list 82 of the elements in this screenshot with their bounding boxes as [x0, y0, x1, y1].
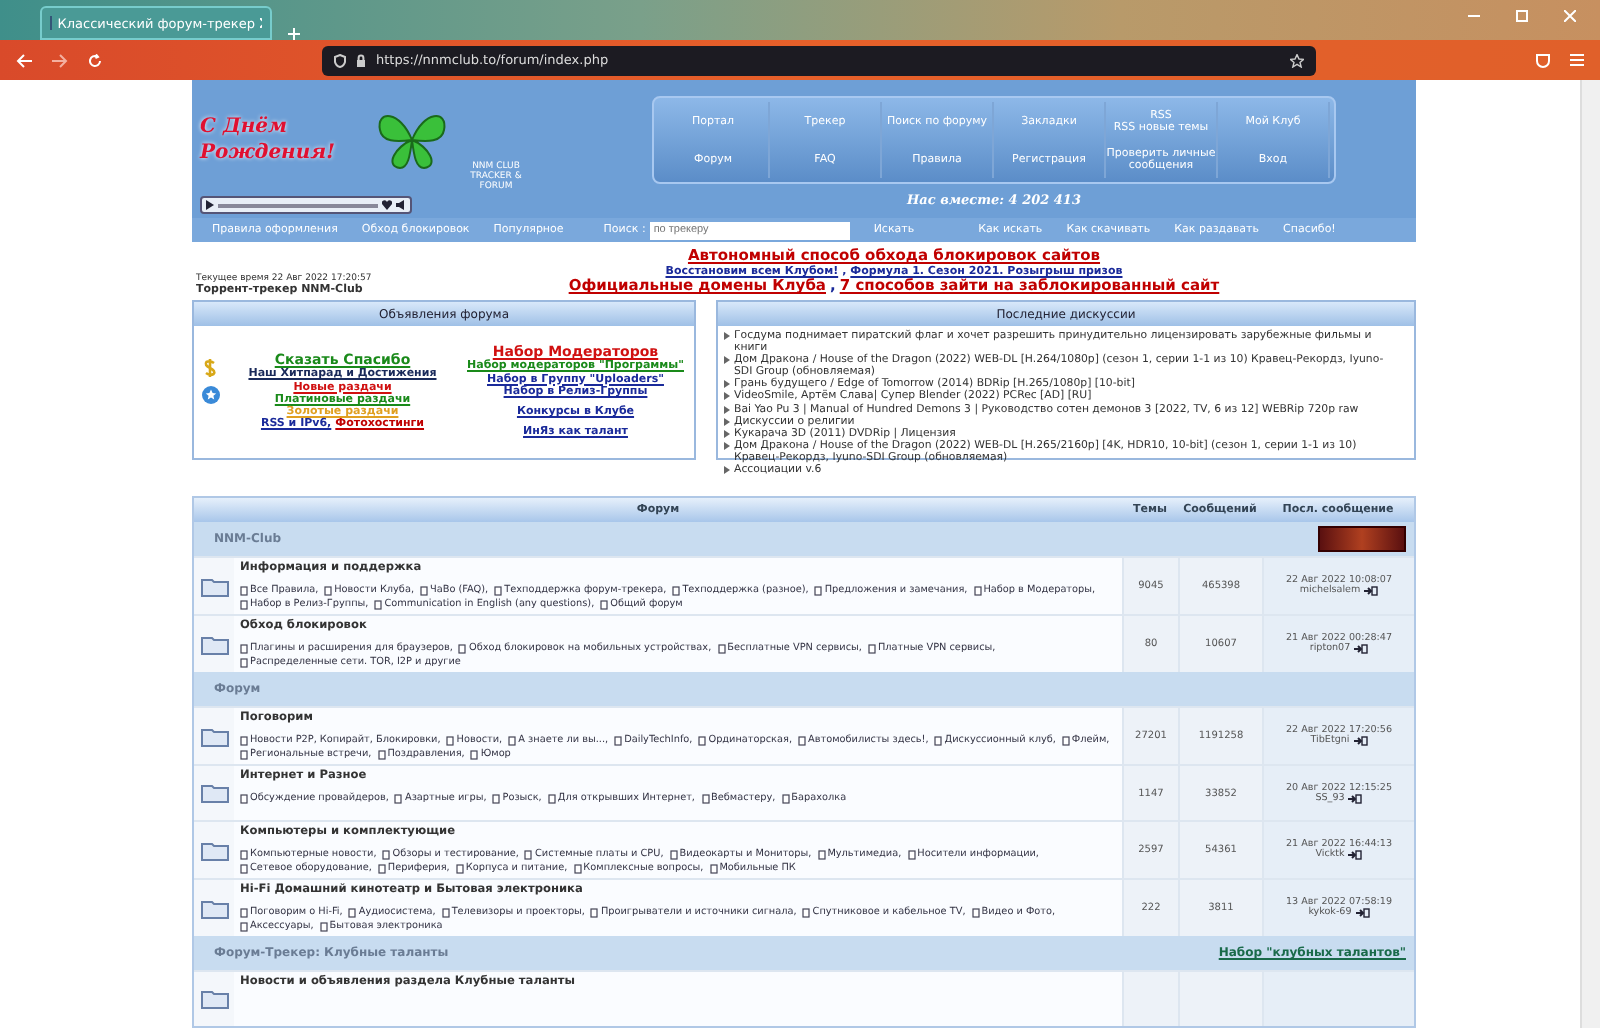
page-icon — [814, 585, 823, 595]
page-icon — [547, 793, 556, 803]
pocket-icon[interactable] — [1536, 53, 1550, 67]
back-icon[interactable] — [16, 53, 32, 67]
page-icon — [781, 793, 790, 803]
page-icon — [524, 849, 533, 859]
bullet-icon — [724, 356, 730, 365]
maximize-icon[interactable] — [1516, 9, 1528, 21]
play-icon[interactable] — [206, 200, 214, 211]
page-icon — [973, 585, 982, 595]
page-icon — [934, 735, 943, 745]
page-icon — [420, 585, 428, 595]
page-icon — [494, 585, 503, 595]
lock-icon — [356, 53, 366, 67]
page-icon — [446, 735, 455, 745]
bullet-icon — [724, 466, 730, 475]
page-icon — [698, 735, 707, 745]
page-icon — [672, 585, 681, 595]
page-icon — [441, 907, 450, 917]
page-icon — [971, 907, 980, 917]
menu-icon[interactable] — [1570, 54, 1584, 66]
page-icon — [614, 735, 623, 745]
page-icon — [709, 863, 718, 873]
arrow-icon[interactable] — [1364, 586, 1379, 596]
folder-icon — [199, 782, 229, 804]
page-icon — [817, 849, 826, 859]
star-icon[interactable] — [1290, 53, 1304, 67]
new-tab-icon[interactable] — [288, 28, 300, 40]
arrow-icon[interactable] — [1353, 736, 1368, 746]
arrow-icon[interactable] — [1355, 908, 1370, 918]
page-icon — [348, 907, 357, 917]
page-icon — [717, 643, 726, 653]
page-icon — [470, 749, 479, 759]
folder-icon — [199, 988, 229, 1010]
shield-icon — [334, 53, 346, 67]
bullet-icon — [724, 405, 730, 414]
page-icon — [701, 793, 709, 803]
page-icon — [573, 863, 582, 873]
page-icon — [458, 643, 467, 653]
page-icon — [492, 793, 501, 803]
banner-image[interactable] — [1318, 526, 1406, 552]
bullet-icon — [724, 429, 730, 438]
page-icon — [455, 863, 464, 873]
bullet-icon — [724, 441, 730, 450]
arrow-icon[interactable] — [1348, 850, 1363, 860]
bullet-icon — [724, 332, 730, 340]
page-icon — [374, 599, 383, 609]
heart-icon[interactable] — [382, 200, 392, 211]
folder-icon — [199, 633, 229, 655]
page-icon — [907, 849, 916, 859]
bullet-icon — [724, 392, 730, 401]
page-icon — [319, 921, 328, 931]
folder-icon — [199, 725, 229, 747]
close-icon[interactable] — [1564, 9, 1576, 21]
page-icon — [802, 907, 811, 917]
folder-icon — [199, 839, 229, 861]
page-icon — [1061, 735, 1070, 745]
volume-icon[interactable] — [396, 200, 406, 211]
arrow-icon[interactable] — [1348, 793, 1363, 803]
page-icon — [867, 643, 876, 653]
folder-icon — [199, 575, 229, 597]
logo-title: С Днём Рождения! — [200, 114, 337, 166]
dollar-icon — [202, 358, 218, 378]
minimize-icon[interactable] — [1468, 9, 1480, 21]
star-badge-icon — [202, 386, 220, 404]
page-icon — [600, 599, 609, 609]
page-icon — [508, 735, 517, 745]
reload-icon[interactable] — [88, 53, 102, 67]
folder-icon — [199, 897, 229, 919]
page-icon — [590, 907, 599, 917]
bullet-icon — [724, 417, 730, 426]
page-icon — [798, 735, 807, 745]
forward-icon[interactable] — [52, 53, 68, 67]
page-icon — [240, 793, 248, 803]
page-icon — [394, 793, 403, 803]
scrollbar[interactable] — [1580, 80, 1600, 1028]
bullet-icon — [724, 380, 730, 389]
page-icon — [324, 585, 333, 595]
page-icon — [669, 849, 678, 859]
audio-player[interactable] — [200, 196, 412, 215]
arrow-icon[interactable] — [1354, 644, 1369, 654]
page-icon — [377, 749, 386, 759]
